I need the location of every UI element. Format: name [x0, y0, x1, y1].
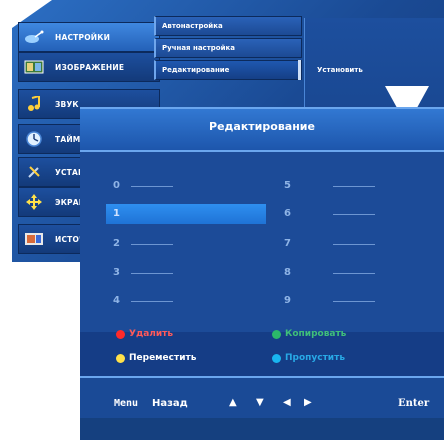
submenu-item-edit[interactable]: Редактирование	[154, 60, 302, 80]
sidebar-item-label: ИЗОБРАЖЕНИЕ	[55, 62, 125, 72]
channel-name-placeholder	[131, 244, 173, 245]
channel-name-placeholder	[333, 273, 375, 274]
channel-number[interactable]: 2	[113, 238, 120, 249]
channel-number[interactable]: 1	[113, 208, 120, 219]
sidebar-item-settings[interactable]: НАСТРОЙКИ	[18, 22, 160, 52]
submenu-item-label: Автонастройка	[162, 22, 223, 30]
arrow-down-icon[interactable]: ▼	[256, 397, 264, 408]
channel-name-placeholder	[131, 186, 173, 187]
sidebar-item-label: ЗВУК	[55, 99, 79, 109]
music-note-icon	[23, 95, 45, 113]
install-label: Установить	[317, 66, 363, 74]
back-label[interactable]: Назад	[152, 398, 188, 409]
clock-icon	[23, 130, 45, 148]
cross-arrows-icon	[23, 193, 45, 211]
channel-number[interactable]: 6	[284, 208, 291, 219]
action-move[interactable]: Переместить	[116, 353, 196, 363]
sidebar-item-picture[interactable]: ИЗОБРАЖЕНИЕ	[18, 52, 160, 82]
dialog-footer	[80, 418, 444, 440]
action-skip[interactable]: Пропустить	[272, 353, 345, 363]
submenu-item-auto-tuning[interactable]: Автонастройка	[154, 16, 302, 36]
picture-icon	[23, 58, 45, 76]
yellow-key-icon	[116, 353, 125, 363]
channel-name-placeholder	[333, 214, 375, 215]
channel-number[interactable]: 0	[113, 180, 120, 191]
arrow-left-icon[interactable]: ◀	[283, 397, 291, 408]
action-label: Удалить	[129, 329, 174, 339]
channel-number[interactable]: 8	[284, 267, 291, 278]
channel-name-placeholder	[131, 273, 173, 274]
source-icon	[23, 230, 45, 248]
action-delete[interactable]: Удалить	[116, 329, 173, 339]
submenu-selection-bar	[298, 60, 301, 80]
action-label: Переместить	[129, 353, 197, 363]
channel-number[interactable]: 3	[113, 267, 120, 278]
sidebar-item-label: НАСТРОЙКИ	[55, 32, 111, 42]
channel-name-placeholder	[333, 186, 375, 187]
channel-number[interactable]: 4	[113, 295, 120, 306]
green-key-icon	[272, 329, 281, 339]
tools-icon	[23, 163, 45, 181]
arrow-up-icon[interactable]: ▲	[229, 397, 237, 408]
submenu-item-label: Редактирование	[162, 66, 230, 74]
channel-number[interactable]: 9	[284, 295, 291, 306]
channel-name-placeholder	[333, 244, 375, 245]
action-label: Копировать	[285, 329, 347, 339]
channel-number[interactable]: 7	[284, 238, 291, 249]
enter-key-label[interactable]: Enter	[398, 398, 429, 409]
channel-grid	[80, 152, 444, 332]
cyan-key-icon	[272, 353, 281, 363]
selected-channel-highlight	[106, 204, 266, 224]
arrow-right-icon[interactable]: ▶	[304, 397, 312, 408]
satellite-dish-icon	[23, 28, 45, 46]
dialog-title: Редактирование	[209, 120, 315, 133]
menu-key-label[interactable]: Menu	[114, 398, 138, 409]
channel-number[interactable]: 5	[284, 180, 291, 191]
submenu-item-label: Ручная настройка	[162, 44, 235, 52]
submenu-item-manual-tuning[interactable]: Ручная настройка	[154, 38, 302, 58]
red-key-icon	[116, 329, 125, 339]
channel-name-placeholder	[131, 301, 173, 302]
channel-name-placeholder	[333, 301, 375, 302]
action-copy[interactable]: Копировать	[272, 329, 346, 339]
action-label: Пропустить	[285, 353, 346, 363]
